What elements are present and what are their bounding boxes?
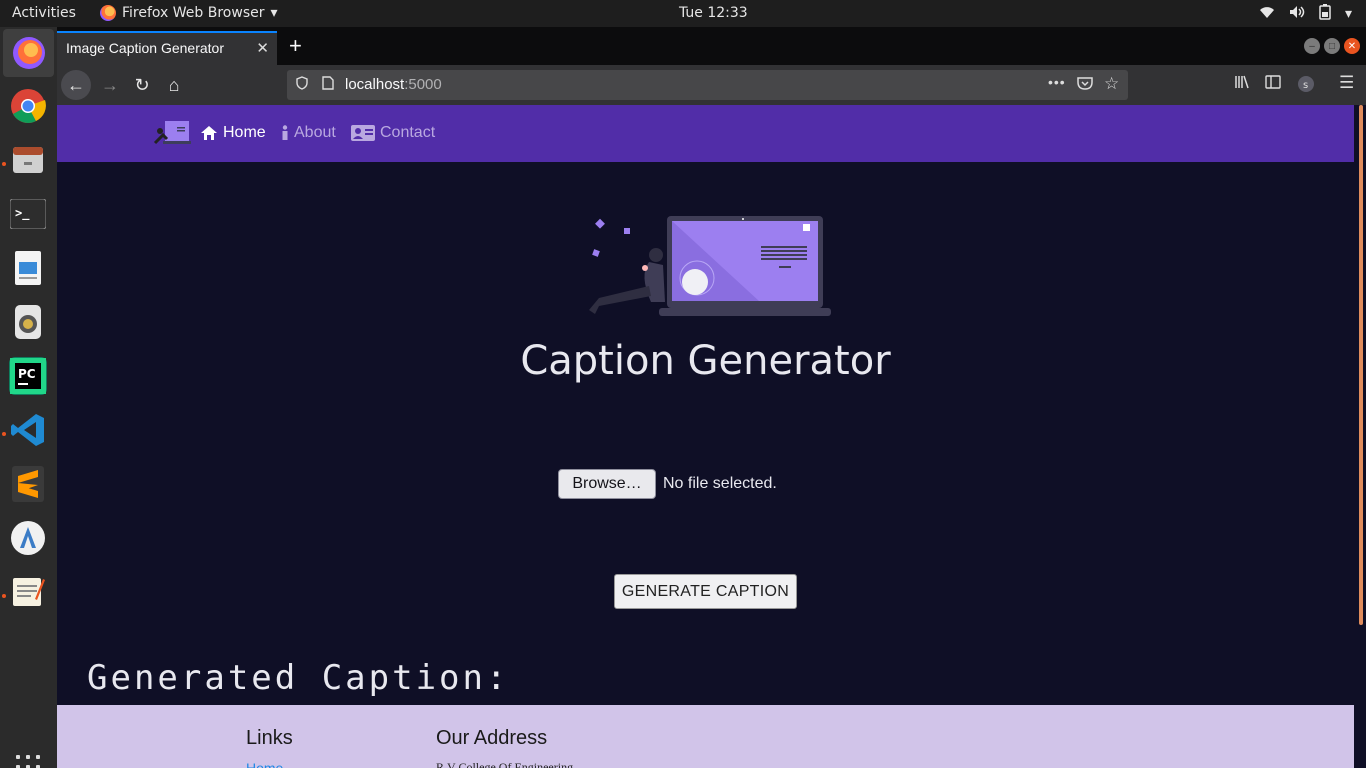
account-avatar-icon[interactable]: s bbox=[1297, 75, 1315, 97]
file-input: Browse… No file selected. bbox=[558, 469, 777, 499]
dock-writer-icon[interactable] bbox=[9, 249, 47, 287]
forward-icon[interactable]: → bbox=[95, 70, 125, 100]
tab-title: Image Caption Generator bbox=[66, 40, 224, 56]
file-status: No file selected. bbox=[663, 475, 777, 492]
home-icon[interactable]: ⌂ bbox=[159, 70, 189, 100]
show-applications-icon[interactable] bbox=[16, 755, 40, 768]
info-icon bbox=[282, 125, 288, 140]
navigation-toolbar: ← → ↻ ⌂ localhost:5000 ••• ☆ s ☰ bbox=[57, 65, 1366, 105]
web-page: Home About Contact Caption Generator Bro… bbox=[57, 105, 1354, 768]
dock-pycharm-icon[interactable]: PC bbox=[9, 357, 47, 395]
nav-contact-link[interactable]: Contact bbox=[351, 124, 435, 142]
back-icon[interactable]: ← bbox=[61, 70, 91, 100]
dock-vscode-icon[interactable] bbox=[9, 411, 47, 449]
maximize-icon[interactable]: □ bbox=[1324, 38, 1340, 54]
dock: >_ PC bbox=[0, 27, 57, 768]
wifi-icon bbox=[1259, 5, 1275, 23]
footer-home-link[interactable]: Home bbox=[246, 760, 283, 768]
clock[interactable]: Tue 12:33 bbox=[679, 5, 748, 21]
chevron-down-icon: ▾ bbox=[1344, 6, 1352, 22]
running-indicator bbox=[2, 594, 6, 598]
dock-chrome-icon[interactable] bbox=[9, 87, 47, 125]
running-indicator bbox=[2, 162, 6, 166]
chevron-down-icon: ▾ bbox=[270, 5, 278, 21]
dock-sublime-icon[interactable] bbox=[9, 465, 47, 503]
url-host: localhost bbox=[345, 76, 405, 93]
url-port: :5000 bbox=[404, 76, 442, 93]
page-scrollbar[interactable] bbox=[1354, 105, 1366, 768]
nav-about-label: About bbox=[294, 124, 336, 141]
dock-firefox-icon[interactable] bbox=[3, 29, 54, 77]
tab-active[interactable]: Image Caption Generator ✕ bbox=[57, 31, 277, 65]
site-navbar: Home About Contact bbox=[57, 105, 1354, 162]
nav-home-label: Home bbox=[223, 124, 266, 141]
brand-logo[interactable] bbox=[153, 117, 191, 147]
dock-text-editor-icon[interactable] bbox=[9, 573, 47, 611]
bookmark-star-icon[interactable]: ☆ bbox=[1104, 74, 1119, 94]
site-footer: Links Our Address Home R.V College Of En… bbox=[57, 705, 1354, 768]
nav-home-link[interactable]: Home bbox=[200, 124, 266, 142]
hamburger-menu-icon[interactable]: ☰ bbox=[1339, 73, 1354, 93]
generated-caption-heading: Generated Caption: bbox=[87, 658, 510, 698]
library-icon[interactable] bbox=[1234, 75, 1250, 93]
app-menu-label: Firefox Web Browser bbox=[122, 5, 265, 21]
battery-icon bbox=[1319, 4, 1331, 24]
address-card-icon bbox=[351, 125, 375, 141]
minimize-icon[interactable]: – bbox=[1304, 38, 1320, 54]
dock-files-icon[interactable] bbox=[9, 141, 47, 179]
reload-icon[interactable]: ↻ bbox=[127, 70, 157, 100]
page-actions-icon[interactable]: ••• bbox=[1048, 74, 1066, 90]
new-tab-icon[interactable]: + bbox=[289, 33, 302, 59]
nav-contact-label: Contact bbox=[380, 124, 436, 141]
svg-text:PC: PC bbox=[18, 367, 36, 381]
footer-links-heading: Links bbox=[246, 727, 293, 749]
volume-icon bbox=[1289, 5, 1305, 23]
url-text: localhost:5000 bbox=[345, 76, 442, 93]
nav-about-link[interactable]: About bbox=[281, 124, 336, 142]
close-window-icon[interactable]: ✕ bbox=[1344, 38, 1360, 54]
footer-address-line: R.V College Of Engineering bbox=[436, 760, 574, 768]
hero-illustration bbox=[589, 216, 831, 316]
page-icon bbox=[322, 76, 334, 93]
page-title: Caption Generator bbox=[520, 338, 891, 384]
dock-terminal-icon[interactable]: >_ bbox=[9, 195, 47, 233]
dock-rhythmbox-icon[interactable] bbox=[9, 303, 47, 341]
shield-icon[interactable] bbox=[296, 76, 308, 93]
browse-button[interactable]: Browse… bbox=[558, 469, 656, 499]
system-tray[interactable]: ▾ bbox=[1259, 4, 1352, 24]
close-tab-icon[interactable]: ✕ bbox=[256, 39, 269, 57]
running-indicator bbox=[2, 432, 6, 436]
scrollbar-thumb[interactable] bbox=[1359, 105, 1363, 625]
footer-address-heading: Our Address bbox=[436, 727, 548, 749]
tab-bar: Image Caption Generator ✕ + – □ ✕ bbox=[57, 27, 1366, 65]
dock-android-studio-icon[interactable] bbox=[9, 519, 47, 557]
svg-text:>_: >_ bbox=[15, 206, 30, 221]
sidebar-icon[interactable] bbox=[1265, 75, 1281, 93]
url-bar[interactable]: localhost:5000 ••• ☆ bbox=[287, 70, 1128, 100]
firefox-icon bbox=[100, 5, 116, 21]
activities-button[interactable]: Activities bbox=[12, 5, 76, 21]
system-top-bar: Activities Firefox Web Browser ▾ Tue 12:… bbox=[0, 0, 1366, 27]
app-menu[interactable]: Firefox Web Browser ▾ bbox=[100, 5, 278, 21]
window-controls: – □ ✕ bbox=[1304, 38, 1360, 54]
home-icon bbox=[201, 126, 217, 140]
browser-window: Image Caption Generator ✕ + – □ ✕ ← → ↻ … bbox=[57, 27, 1366, 768]
svg-text:s: s bbox=[1303, 80, 1308, 91]
generate-caption-button[interactable]: GENERATE CAPTION bbox=[614, 574, 797, 609]
pocket-icon[interactable] bbox=[1077, 76, 1093, 93]
